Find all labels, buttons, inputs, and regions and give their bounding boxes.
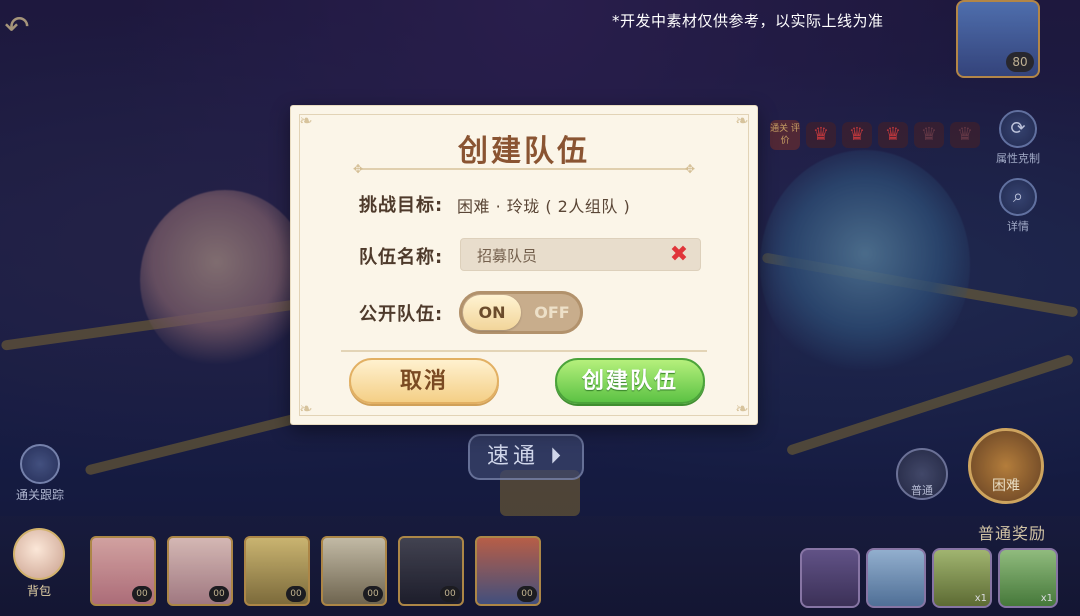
buttons-divider — [341, 350, 707, 352]
crown-icon: ♛ — [806, 122, 836, 148]
corner-ornament-icon: ❧ — [735, 399, 749, 418]
team-card-level: 00 — [132, 586, 152, 602]
public-team-label: 公开队伍: — [359, 304, 444, 325]
create-team-button[interactable]: 创建队伍 — [555, 358, 705, 404]
reward-item[interactable]: x1 — [998, 548, 1058, 608]
quick-pass-button[interactable]: 速通 ⏵ — [468, 434, 584, 480]
pet-level: 80 — [1006, 52, 1034, 72]
team-name-value: 招募队员 — [477, 247, 538, 265]
reward-item[interactable] — [800, 548, 860, 608]
team-card[interactable]: 00 — [398, 536, 464, 606]
team-card[interactable]: 00 — [475, 536, 541, 606]
reward-item[interactable] — [866, 548, 926, 608]
challenge-value: 困难 · 玲珑 ( 2人组队 ) — [457, 197, 631, 216]
back-arrow-icon[interactable]: ↶ — [0, 8, 34, 48]
team-card[interactable]: 00 — [167, 536, 233, 606]
reward-count: x1 — [974, 593, 987, 604]
normal-boss-icon[interactable]: 普通 — [896, 448, 948, 500]
divider-ornament-icon: ✥ — [684, 162, 696, 176]
hard-boss-label: 困难 — [992, 478, 1020, 494]
normal-boss-label: 普通 — [911, 484, 933, 497]
reward-title: 普通奖励 — [978, 524, 1047, 543]
team-name-label: 队伍名称: — [359, 247, 444, 268]
public-team-toggle[interactable]: ON OFF — [459, 291, 583, 334]
refresh-icon: ⟳ — [999, 110, 1037, 148]
team-card-level: 00 — [286, 586, 306, 602]
track-label: 通关跟踪 — [15, 488, 64, 502]
cancel-button[interactable]: 取消 — [349, 358, 499, 404]
crown-icon: ♛ — [878, 122, 908, 148]
detail-button[interactable]: ⌕ 详情 — [990, 178, 1046, 234]
magnifier-icon: ⌕ — [999, 178, 1037, 216]
track-icon — [20, 444, 60, 484]
crown-rating: 通关 评价 ♛ ♛ ♛ ♛ ♛ — [770, 120, 980, 150]
top-right-pet-card[interactable]: 80 — [956, 0, 1040, 78]
team-name-input[interactable]: 招募队员 ✖ — [460, 238, 701, 271]
team-card[interactable]: 00 — [90, 536, 156, 606]
team-card-level: 00 — [517, 586, 537, 602]
challenge-label: 挑战目标: — [359, 195, 444, 216]
toggle-off-option[interactable]: OFF — [525, 295, 579, 330]
team-card-level: 00 — [209, 586, 229, 602]
team-list: 00 00 00 00 00 00 — [90, 536, 541, 606]
crown-tag: 通关 评价 — [770, 120, 800, 150]
hard-boss-icon[interactable]: 困难 — [968, 428, 1044, 504]
dev-disclaimer: *开发中素材仅供参考，以实际上线为准 — [612, 12, 884, 30]
crown-icon: ♛ — [842, 122, 872, 148]
corner-ornament-icon: ❧ — [299, 399, 313, 418]
backpack-label: 背包 — [26, 584, 51, 598]
team-card[interactable]: 00 — [244, 536, 310, 606]
reward-item[interactable]: x1 — [932, 548, 992, 608]
title-divider: ✥ ✥ — [353, 162, 695, 176]
crown-icon: ♛ — [950, 122, 980, 148]
reward-list: x1 x1 — [800, 548, 1058, 608]
track-button[interactable]: 通关跟踪 — [10, 444, 70, 503]
team-card-level: 00 — [363, 586, 383, 602]
backpack-button[interactable]: 背包 — [6, 528, 72, 599]
attribute-label: 属性克制 — [996, 152, 1040, 165]
clear-icon[interactable]: ✖ — [668, 242, 690, 268]
crown-icon: ♛ — [914, 122, 944, 148]
avatar — [13, 528, 65, 580]
divider-ornament-icon: ✥ — [352, 162, 364, 176]
toggle-on-option[interactable]: ON — [463, 295, 521, 330]
detail-label: 详情 — [1007, 220, 1029, 233]
quick-pass-label: 速通 — [486, 444, 539, 469]
team-card-level: 00 — [440, 586, 460, 602]
team-card[interactable]: 00 — [321, 536, 387, 606]
create-team-dialog: ❧ ❧ ❧ ❧ 创建队伍 ✥ ✥ 挑战目标: 困难 · 玲珑 ( 2人组队 ) … — [291, 106, 757, 424]
attribute-button[interactable]: ⟳ 属性克制 — [990, 110, 1046, 166]
reward-count: x1 — [1040, 593, 1053, 604]
